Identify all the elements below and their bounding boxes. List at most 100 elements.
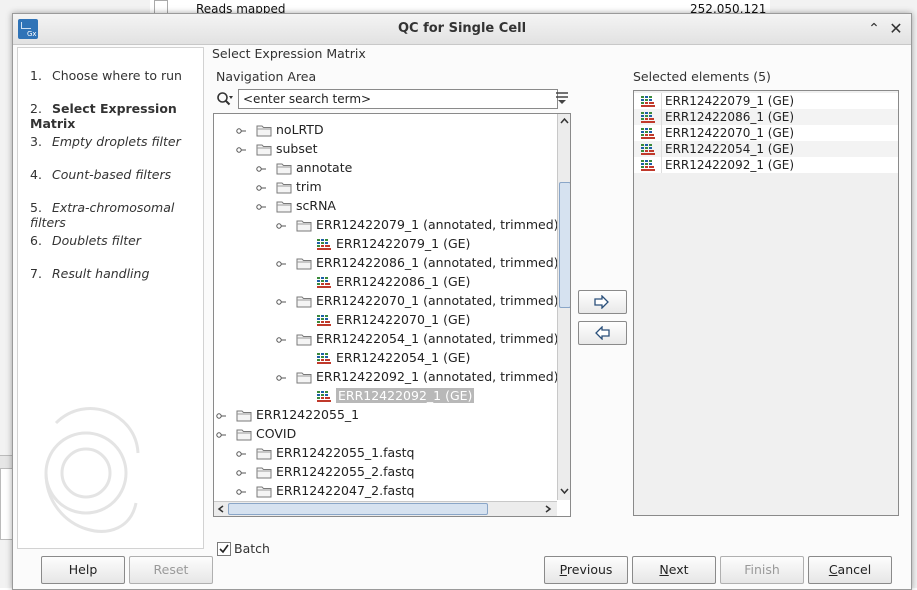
filter-menu-icon[interactable] bbox=[556, 92, 568, 104]
tree-item-matrix[interactable]: ERR12422086_1 (GE) bbox=[214, 273, 554, 292]
selected-element-row[interactable]: ERR12422092_1 (GE) bbox=[634, 157, 898, 173]
selected-element-label: ERR12422092_1 (GE) bbox=[665, 158, 795, 172]
tree-item-folder[interactable]: trim bbox=[214, 178, 554, 197]
cancel-button[interactable]: Cancel bbox=[808, 556, 892, 584]
expand-toggle-icon[interactable] bbox=[276, 258, 286, 268]
tree-vertical-scroll-thumb[interactable] bbox=[559, 182, 570, 308]
tree-item-folder[interactable]: annotate bbox=[214, 159, 554, 178]
scroll-up-icon[interactable] bbox=[558, 116, 571, 126]
scroll-right-icon[interactable] bbox=[543, 503, 553, 515]
expand-toggle-icon[interactable] bbox=[236, 144, 246, 154]
remove-from-selection-button[interactable] bbox=[578, 321, 627, 345]
tree-item-folder[interactable]: ERR12422054_1 (annotated, trimmed) bbox=[214, 330, 559, 349]
tree-vertical-scrollbar[interactable] bbox=[557, 114, 571, 500]
expand-toggle-icon[interactable] bbox=[236, 467, 246, 477]
help-button[interactable]: Help bbox=[41, 556, 125, 584]
expression-matrix-icon bbox=[640, 110, 656, 124]
expand-toggle-icon[interactable] bbox=[236, 125, 246, 135]
tree-item-matrix[interactable]: ERR12422092_1 (GE) bbox=[214, 387, 554, 406]
background-strip bbox=[0, 455, 12, 469]
expand-toggle-icon[interactable] bbox=[256, 163, 266, 173]
previous-button[interactable]: Previous bbox=[544, 556, 628, 584]
background-scroll-handle bbox=[154, 0, 168, 14]
tree-item-matrix[interactable]: ERR12422070_1 (GE) bbox=[214, 311, 554, 330]
expand-toggle-icon[interactable] bbox=[276, 220, 286, 230]
expand-toggle-icon[interactable] bbox=[236, 486, 246, 496]
expand-toggle-icon[interactable] bbox=[236, 448, 246, 458]
navigation-tree[interactable]: noLRTD subset annotate trim scRNA ERR12422079… bbox=[213, 113, 571, 517]
tree-item-folder[interactable]: COVID bbox=[214, 425, 554, 444]
expand-toggle-icon[interactable] bbox=[276, 334, 286, 344]
tree-item-label: ERR12422047_2.fastq bbox=[276, 483, 415, 498]
expression-matrix-icon bbox=[316, 389, 332, 403]
tree-item-label: ERR12422055_1 bbox=[256, 407, 360, 422]
tree-horizontal-scrollbar[interactable] bbox=[214, 501, 557, 516]
dialog-title: QC for Single Cell bbox=[397, 21, 527, 36]
folder-icon bbox=[256, 123, 272, 137]
selected-element-row[interactable]: ERR12422079_1 (GE) bbox=[634, 93, 898, 109]
selected-element-label: ERR12422079_1 (GE) bbox=[665, 94, 795, 108]
expand-toggle-icon[interactable] bbox=[276, 296, 286, 306]
add-to-selection-button[interactable] bbox=[578, 290, 627, 314]
finish-button[interactable]: Finish bbox=[720, 556, 804, 584]
folder-icon bbox=[256, 465, 272, 479]
tree-item-folder[interactable]: noLRTD bbox=[214, 121, 554, 140]
row-divider bbox=[661, 109, 662, 125]
folder-icon bbox=[296, 294, 312, 308]
search-input[interactable] bbox=[238, 89, 558, 109]
folder-icon bbox=[296, 332, 312, 346]
selected-element-row[interactable]: ERR12422070_1 (GE) bbox=[634, 125, 898, 141]
expression-matrix-icon bbox=[640, 94, 656, 108]
folder-icon bbox=[256, 142, 272, 156]
tree-item-folder[interactable]: ERR12422055_1.fastq bbox=[214, 444, 554, 463]
tree-item-folder[interactable]: ERR12422086_1 (annotated, trimmed) bbox=[214, 254, 559, 273]
dialog-titlebar[interactable]: Gx QC for Single Cell ⌃ ✕ bbox=[13, 14, 911, 45]
tree-item-folder[interactable]: ERR12422070_1 (annotated, trimmed) bbox=[214, 292, 559, 311]
tree-item-label: ERR12422079_1 (GE) bbox=[336, 236, 471, 251]
expand-toggle-icon[interactable] bbox=[216, 410, 226, 420]
tree-item-label: ERR12422055_2.fastq bbox=[276, 464, 415, 479]
expression-matrix-icon bbox=[316, 313, 332, 327]
reset-button[interactable]: Reset bbox=[129, 556, 213, 584]
scroll-down-icon[interactable] bbox=[558, 486, 571, 496]
batch-checkbox[interactable] bbox=[217, 542, 231, 556]
selected-elements-label: Selected elements (5) bbox=[633, 69, 771, 84]
tree-item-matrix[interactable]: ERR12422054_1 (GE) bbox=[214, 349, 554, 368]
scroll-left-icon[interactable] bbox=[216, 503, 226, 515]
tree-item-folder[interactable]: ERR12422047_2.fastq bbox=[214, 482, 554, 501]
expression-matrix-icon bbox=[316, 351, 332, 365]
expression-matrix-icon bbox=[640, 158, 656, 172]
expand-toggle-icon[interactable] bbox=[256, 201, 266, 211]
tree-horizontal-scroll-thumb[interactable] bbox=[228, 503, 488, 515]
tree-item-folder[interactable]: ERR12422055_1 bbox=[214, 406, 554, 425]
expand-toggle-icon[interactable] bbox=[216, 429, 226, 439]
tree-item-label: trim bbox=[296, 179, 322, 194]
tree-item-matrix[interactable]: ERR12422079_1 (GE) bbox=[214, 235, 554, 254]
expand-toggle-icon[interactable] bbox=[256, 182, 266, 192]
folder-icon bbox=[256, 446, 272, 460]
tree-item-folder[interactable]: subset bbox=[214, 140, 554, 159]
step-4: 4. Count-based filters bbox=[30, 167, 172, 182]
close-icon[interactable]: ✕ bbox=[887, 19, 905, 39]
row-divider bbox=[661, 141, 662, 157]
tree-item-folder[interactable]: ERR12422092_1 (annotated, trimmed) bbox=[214, 368, 559, 387]
folder-icon bbox=[296, 218, 312, 232]
step-1: 1. Choose where to run bbox=[30, 68, 182, 83]
tree-item-label: ERR12422070_1 (GE) bbox=[336, 312, 471, 327]
tree-item-folder[interactable]: scRNA bbox=[214, 197, 554, 216]
tree-item-folder[interactable]: ERR12422079_1 (annotated, trimmed) bbox=[214, 216, 559, 235]
next-button[interactable]: Next bbox=[632, 556, 716, 584]
selected-elements-list[interactable]: ERR12422079_1 (GE) ERR12422086_1 (GE) ERR1… bbox=[633, 90, 899, 516]
selected-element-row[interactable]: ERR12422086_1 (GE) bbox=[634, 109, 898, 125]
tree-item-label: subset bbox=[276, 141, 318, 156]
tree-item-folder[interactable]: ERR12422055_2.fastq bbox=[214, 463, 554, 482]
batch-label: Batch bbox=[234, 541, 270, 556]
maximize-icon[interactable]: ⌃ bbox=[865, 19, 883, 39]
arrow-right-icon bbox=[594, 295, 609, 309]
tree-item-label: noLRTD bbox=[276, 122, 324, 137]
tree-item-label: ERR12422054_1 (annotated, trimmed) bbox=[316, 331, 559, 346]
selected-element-row[interactable]: ERR12422054_1 (GE) bbox=[634, 141, 898, 157]
selected-element-label: ERR12422070_1 (GE) bbox=[665, 126, 795, 140]
expand-toggle-icon[interactable] bbox=[276, 372, 286, 382]
search-icon[interactable] bbox=[216, 91, 234, 107]
